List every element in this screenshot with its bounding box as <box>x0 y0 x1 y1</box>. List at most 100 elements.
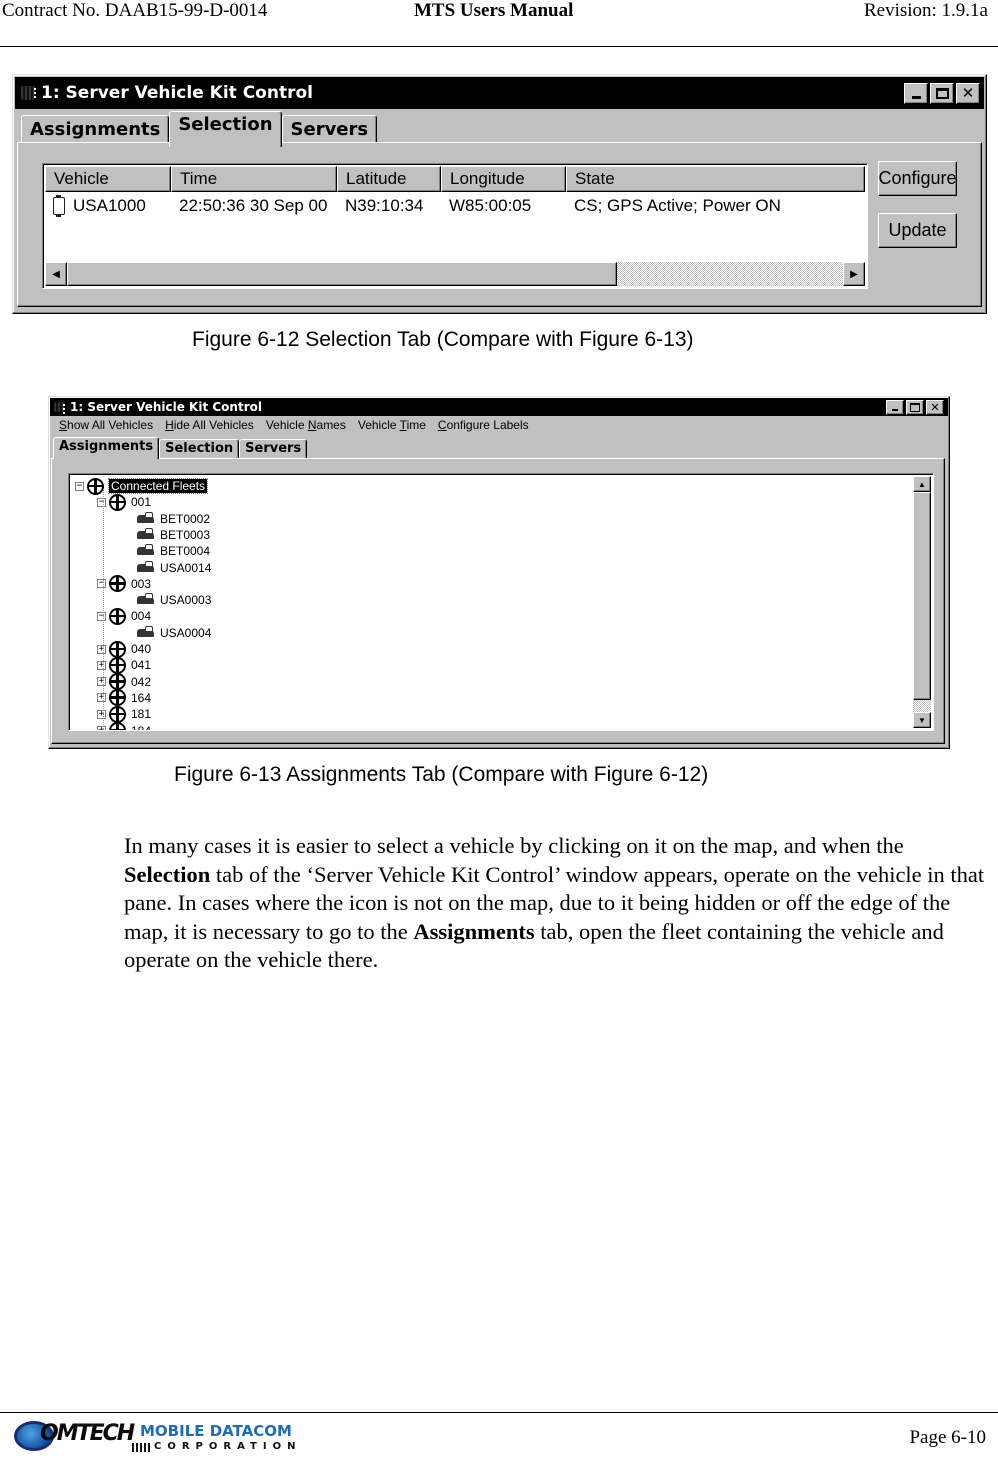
vehicle-kit-icon <box>53 195 65 217</box>
fleet-icon <box>109 575 126 593</box>
tree-node-vehicle[interactable]: BET0003 <box>137 527 210 543</box>
cell-latitude: N39:10:34 <box>345 196 424 215</box>
close-button[interactable]: ✕ <box>956 82 980 104</box>
close-button[interactable]: ✕ <box>926 399 944 415</box>
scroll-track[interactable] <box>913 700 931 712</box>
logo-line-2: CORPORATION <box>154 1441 302 1452</box>
cell-state: CS; GPS Active; Power ON <box>574 196 781 215</box>
menu-label-rest: how All Vehicles <box>67 418 154 432</box>
tree-node-vehicle[interactable]: USA0003 <box>137 592 211 608</box>
tab-selection[interactable]: Selection <box>169 111 282 147</box>
minimize-icon <box>911 96 921 99</box>
cell-time: 22:50:36 30 Sep 00 <box>179 196 328 215</box>
column-longitude[interactable]: Longitude <box>441 166 566 192</box>
cell-vehicle: USA1000 <box>45 194 171 218</box>
menu-vehicle-names[interactable]: Vehicle Names <box>260 417 352 435</box>
minimize-button[interactable] <box>886 399 904 415</box>
tab-selection[interactable]: Selection <box>159 439 240 459</box>
menu-vehicle-time[interactable]: Vehicle Time <box>352 417 432 435</box>
expand-icon[interactable]: + <box>97 726 106 730</box>
vertical-scrollbar[interactable]: ▲ ▼ <box>913 476 931 728</box>
mnemonic: N <box>307 418 317 432</box>
system-menu-icon[interactable] <box>21 86 36 100</box>
vehicle-icon <box>137 544 154 556</box>
vehicle-list: Vehicle Time Latitude Longitude State US… <box>42 163 868 289</box>
menu-hide-all-vehicles[interactable]: Hide All Vehicles <box>159 417 260 435</box>
tree-node-label: 042 <box>131 674 152 689</box>
minimize-button[interactable] <box>904 82 928 104</box>
tree-node-fleet[interactable]: +040 <box>97 640 151 658</box>
tree-node-label: BET0004 <box>160 544 211 559</box>
collapse-icon[interactable]: − <box>97 611 106 621</box>
fleet-icon <box>109 656 126 674</box>
tree-node-fleet[interactable]: +042 <box>97 673 152 691</box>
scroll-thumb[interactable] <box>913 492 931 700</box>
update-button[interactable]: Update <box>878 213 957 248</box>
list-header: Vehicle Time Latitude Longitude State <box>45 166 865 192</box>
bold-term-selection: Selection <box>124 861 211 887</box>
tree-node-fleet[interactable]: − 004 <box>97 607 151 625</box>
fleet-icon <box>109 722 126 730</box>
expand-icon[interactable]: + <box>97 677 106 687</box>
tree-node-label: USA0014 <box>160 560 212 575</box>
menu-configure-labels[interactable]: Configure Labels <box>432 417 535 435</box>
collapse-icon[interactable]: − <box>75 481 84 491</box>
expand-icon[interactable]: + <box>97 693 106 703</box>
tree-node-fleet[interactable]: +181 <box>97 705 151 723</box>
tree-node-fleet[interactable]: +184 <box>97 722 152 731</box>
column-latitude[interactable]: Latitude <box>337 166 441 192</box>
arrow-left-icon: ◀ <box>52 268 60 280</box>
tree-node-vehicle[interactable]: BET0002 <box>137 511 210 527</box>
column-time[interactable]: Time <box>171 166 337 192</box>
vehicle-icon <box>137 625 154 637</box>
column-vehicle[interactable]: Vehicle <box>45 166 171 192</box>
title-bar[interactable]: 1: Server Vehicle Kit Control ✕ <box>50 398 948 416</box>
tree-node-fleet[interactable]: − 003 <box>97 575 152 593</box>
scroll-right-button[interactable]: ▶ <box>843 262 865 286</box>
tree-node-label: USA0003 <box>160 593 212 608</box>
logo-line-1: MOBILE DATACOM <box>140 1422 292 1440</box>
expand-icon[interactable]: + <box>97 709 106 719</box>
scroll-track[interactable] <box>617 262 843 286</box>
horizontal-scrollbar[interactable]: ◀ ▶ <box>45 262 865 286</box>
fleet-icon <box>87 477 104 495</box>
logo-wordmark: OMTECH <box>40 1421 135 1446</box>
company-logo: OMTECH MOBILE DATACOM CORPORATION <box>14 1419 324 1455</box>
tree-node-label: BET0002 <box>160 511 211 526</box>
title-bar[interactable]: 1: Server Vehicle Kit Control ✕ <box>15 77 984 109</box>
maximize-button[interactable] <box>906 399 924 415</box>
tab-servers[interactable]: Servers <box>239 439 308 459</box>
fleet-icon <box>109 640 126 658</box>
collapse-icon[interactable]: − <box>97 497 106 507</box>
vehicle-icon <box>137 511 154 523</box>
scroll-left-button[interactable]: ◀ <box>45 262 67 286</box>
fleet-tree[interactable]: ▲ ▼ − Connected Fleets −001 BET0002 BET0003 B… <box>68 473 934 731</box>
column-state[interactable]: State <box>566 166 865 192</box>
system-menu-icon[interactable] <box>54 402 65 414</box>
tree-node-root[interactable]: − Connected Fleets <box>75 477 209 495</box>
assignments-panel: ▲ ▼ − Connected Fleets −001 BET0002 BET0003 B… <box>51 458 945 744</box>
scroll-down-button[interactable]: ▼ <box>913 712 931 728</box>
table-row[interactable]: USA1000 22:50:36 30 Sep 00 N39:10:34 W85… <box>45 194 865 218</box>
tab-assignments[interactable]: Assignments <box>53 437 160 459</box>
tree-node-label: 184 <box>131 723 152 731</box>
configure-button[interactable]: Configure <box>878 161 957 196</box>
collapse-icon[interactable]: − <box>97 579 106 589</box>
expand-icon[interactable]: + <box>97 644 106 654</box>
expand-icon[interactable]: + <box>97 660 106 670</box>
maximize-icon <box>910 402 920 412</box>
scroll-up-button[interactable]: ▲ <box>913 476 931 492</box>
tree-node-fleet[interactable]: +041 <box>97 656 151 674</box>
tree-node-fleet[interactable]: − 001 <box>97 493 151 511</box>
tree-node-label: 003 <box>131 576 152 591</box>
tree-node-vehicle[interactable]: USA0014 <box>137 560 211 576</box>
minimize-icon <box>892 409 898 411</box>
tree-node-vehicle[interactable]: USA0004 <box>137 625 211 641</box>
tree-node-vehicle[interactable]: BET0004 <box>137 543 210 559</box>
tree-node-label: Connected Fleets <box>107 478 209 494</box>
maximize-button[interactable] <box>930 82 954 104</box>
page-header: Contract No. DAAB15-99-D-0014 MTS Users … <box>0 0 998 47</box>
tree-node-fleet[interactable]: +164 <box>97 689 151 707</box>
menu-show-all-vehicles[interactable]: Show All Vehicles <box>53 417 159 435</box>
scroll-thumb[interactable] <box>67 262 617 286</box>
